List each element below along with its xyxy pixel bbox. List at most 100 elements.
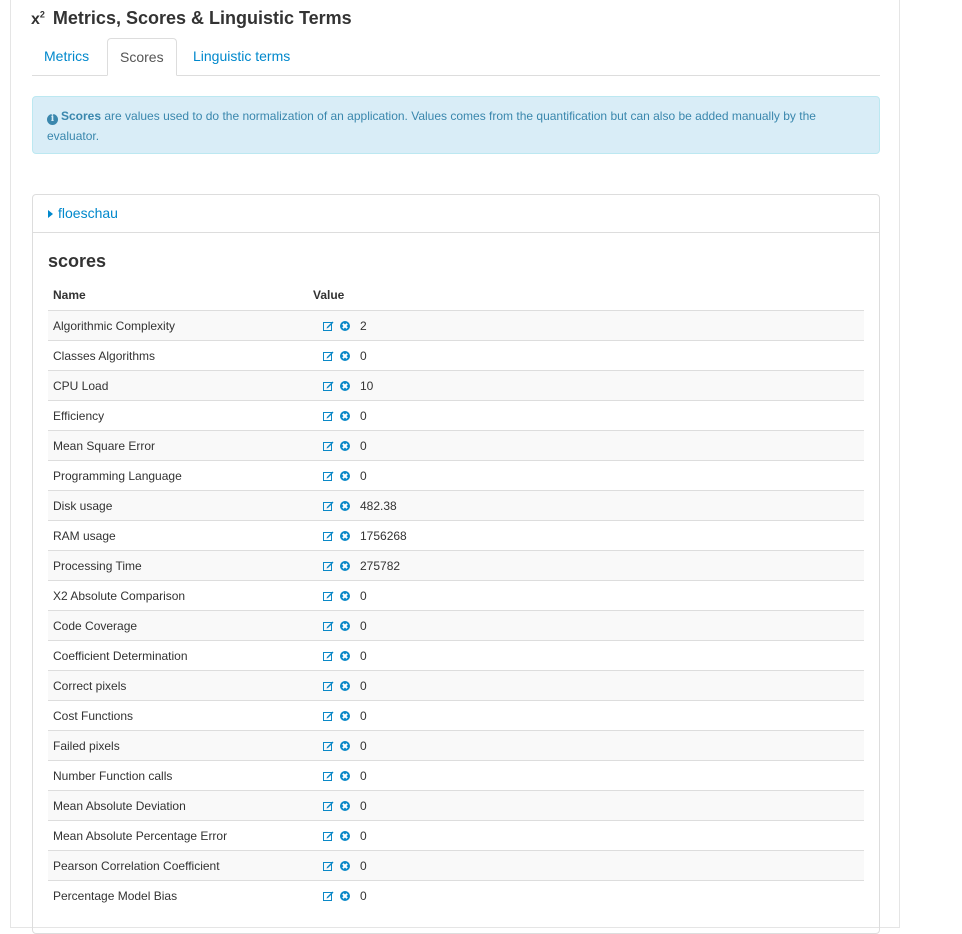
remove-icon[interactable] — [340, 500, 350, 511]
edit-icon[interactable] — [323, 530, 334, 541]
score-value: 0 — [360, 708, 367, 723]
score-name: Efficiency — [48, 400, 308, 431]
table-row: Efficiency 0 — [48, 400, 864, 431]
score-name: Classes Algorithms — [48, 340, 308, 371]
remove-icon[interactable] — [340, 650, 350, 661]
edit-icon[interactable] — [323, 710, 334, 721]
scores-panel: floeschau scores Name Value Algorithmic … — [32, 194, 880, 934]
score-value: 0 — [360, 468, 367, 483]
score-value: 0 — [360, 798, 367, 813]
score-name: X2 Absolute Comparison — [48, 580, 308, 611]
edit-icon[interactable] — [323, 470, 334, 481]
score-value: 0 — [360, 738, 367, 753]
score-value: 0 — [360, 648, 367, 663]
page-title: x2 Metrics, Scores & Linguistic Terms — [31, 8, 352, 29]
tab-bar: Metrics Scores Linguistic terms — [32, 38, 880, 76]
score-name: Mean Square Error — [48, 430, 308, 461]
edit-icon[interactable] — [323, 680, 334, 691]
table-row: CPU Load 10 — [48, 370, 864, 401]
x2-icon: x2 — [31, 9, 45, 28]
edit-icon[interactable] — [323, 500, 334, 511]
score-value-cell: 1756268 — [308, 520, 864, 551]
score-name: CPU Load — [48, 370, 308, 401]
table-row: RAM usage 1756268 — [48, 520, 864, 551]
remove-icon[interactable] — [340, 770, 350, 781]
score-value: 0 — [360, 828, 367, 843]
edit-icon[interactable] — [323, 410, 334, 421]
tab-scores[interactable]: Scores — [107, 38, 177, 76]
edit-icon[interactable] — [323, 740, 334, 751]
table-row: X2 Absolute Comparison 0 — [48, 580, 864, 611]
table-row: Code Coverage 0 — [48, 610, 864, 641]
edit-icon[interactable] — [323, 590, 334, 601]
table-row: Mean Absolute Percentage Error 0 — [48, 820, 864, 851]
score-value-cell: 2 — [308, 310, 864, 341]
table-row: Coefficient Determination 0 — [48, 640, 864, 671]
edit-icon[interactable] — [323, 620, 334, 631]
remove-icon[interactable] — [340, 560, 350, 571]
score-name: Coefficient Determination — [48, 640, 308, 671]
remove-icon[interactable] — [340, 380, 350, 391]
tab-linguistic-terms[interactable]: Linguistic terms — [181, 38, 302, 75]
remove-icon[interactable] — [340, 440, 350, 451]
edit-icon[interactable] — [323, 770, 334, 781]
edit-icon[interactable] — [323, 650, 334, 661]
score-name: Disk usage — [48, 490, 308, 521]
score-value: 0 — [360, 408, 367, 423]
edit-icon[interactable] — [323, 440, 334, 451]
remove-icon[interactable] — [340, 890, 350, 901]
remove-icon[interactable] — [340, 620, 350, 631]
remove-icon[interactable] — [340, 350, 350, 361]
score-value: 0 — [360, 438, 367, 453]
score-name: Code Coverage — [48, 610, 308, 641]
score-name: Programming Language — [48, 460, 308, 491]
score-name: Mean Absolute Percentage Error — [48, 820, 308, 851]
edit-icon[interactable] — [323, 800, 334, 811]
score-value-cell: 0 — [308, 820, 864, 851]
edit-icon[interactable] — [323, 560, 334, 571]
edit-icon[interactable] — [323, 320, 334, 331]
score-name: Pearson Correlation Coefficient — [48, 850, 308, 881]
edit-icon[interactable] — [323, 860, 334, 871]
score-value-cell: 0 — [308, 640, 864, 671]
score-value-cell: 0 — [308, 670, 864, 701]
edit-icon[interactable] — [323, 350, 334, 361]
remove-icon[interactable] — [340, 530, 350, 541]
remove-icon[interactable] — [340, 410, 350, 421]
tab-metrics[interactable]: Metrics — [32, 38, 101, 75]
column-header-value: Value — [313, 288, 345, 302]
remove-icon[interactable] — [340, 710, 350, 721]
panel-header-toggle[interactable]: floeschau — [33, 195, 879, 233]
remove-icon[interactable] — [340, 470, 350, 481]
score-value-cell: 275782 — [308, 550, 864, 581]
page-title-text: Metrics, Scores & Linguistic Terms — [52, 8, 352, 28]
table-row: Classes Algorithms 0 — [48, 340, 864, 371]
score-name: RAM usage — [48, 520, 308, 551]
remove-icon[interactable] — [340, 740, 350, 751]
score-value: 0 — [360, 888, 367, 903]
edit-icon[interactable] — [323, 380, 334, 391]
remove-icon[interactable] — [340, 680, 350, 691]
score-value: 275782 — [360, 558, 401, 573]
score-value: 0 — [360, 768, 367, 783]
table-row: Percentage Model Bias 0 — [48, 880, 864, 910]
score-name: Algorithmic Complexity — [48, 310, 308, 341]
score-name: Mean Absolute Deviation — [48, 790, 308, 821]
score-value: 0 — [360, 858, 367, 873]
edit-icon[interactable] — [323, 830, 334, 841]
table-row: Mean Square Error 0 — [48, 430, 864, 461]
score-name: Cost Functions — [48, 700, 308, 731]
remove-icon[interactable] — [340, 830, 350, 841]
score-value-cell: 0 — [308, 700, 864, 731]
remove-icon[interactable] — [340, 800, 350, 811]
edit-icon[interactable] — [323, 890, 334, 901]
panel-header-label: floeschau — [58, 205, 118, 221]
remove-icon[interactable] — [340, 590, 350, 601]
remove-icon[interactable] — [340, 860, 350, 871]
remove-icon[interactable] — [340, 320, 350, 331]
info-alert: i Scores are values used to do the normal… — [32, 96, 880, 154]
table-row: Processing Time 275782 — [48, 550, 864, 581]
score-value-cell: 0 — [308, 790, 864, 821]
caret-right-icon — [48, 210, 53, 218]
table-row: Correct pixels 0 — [48, 670, 864, 701]
